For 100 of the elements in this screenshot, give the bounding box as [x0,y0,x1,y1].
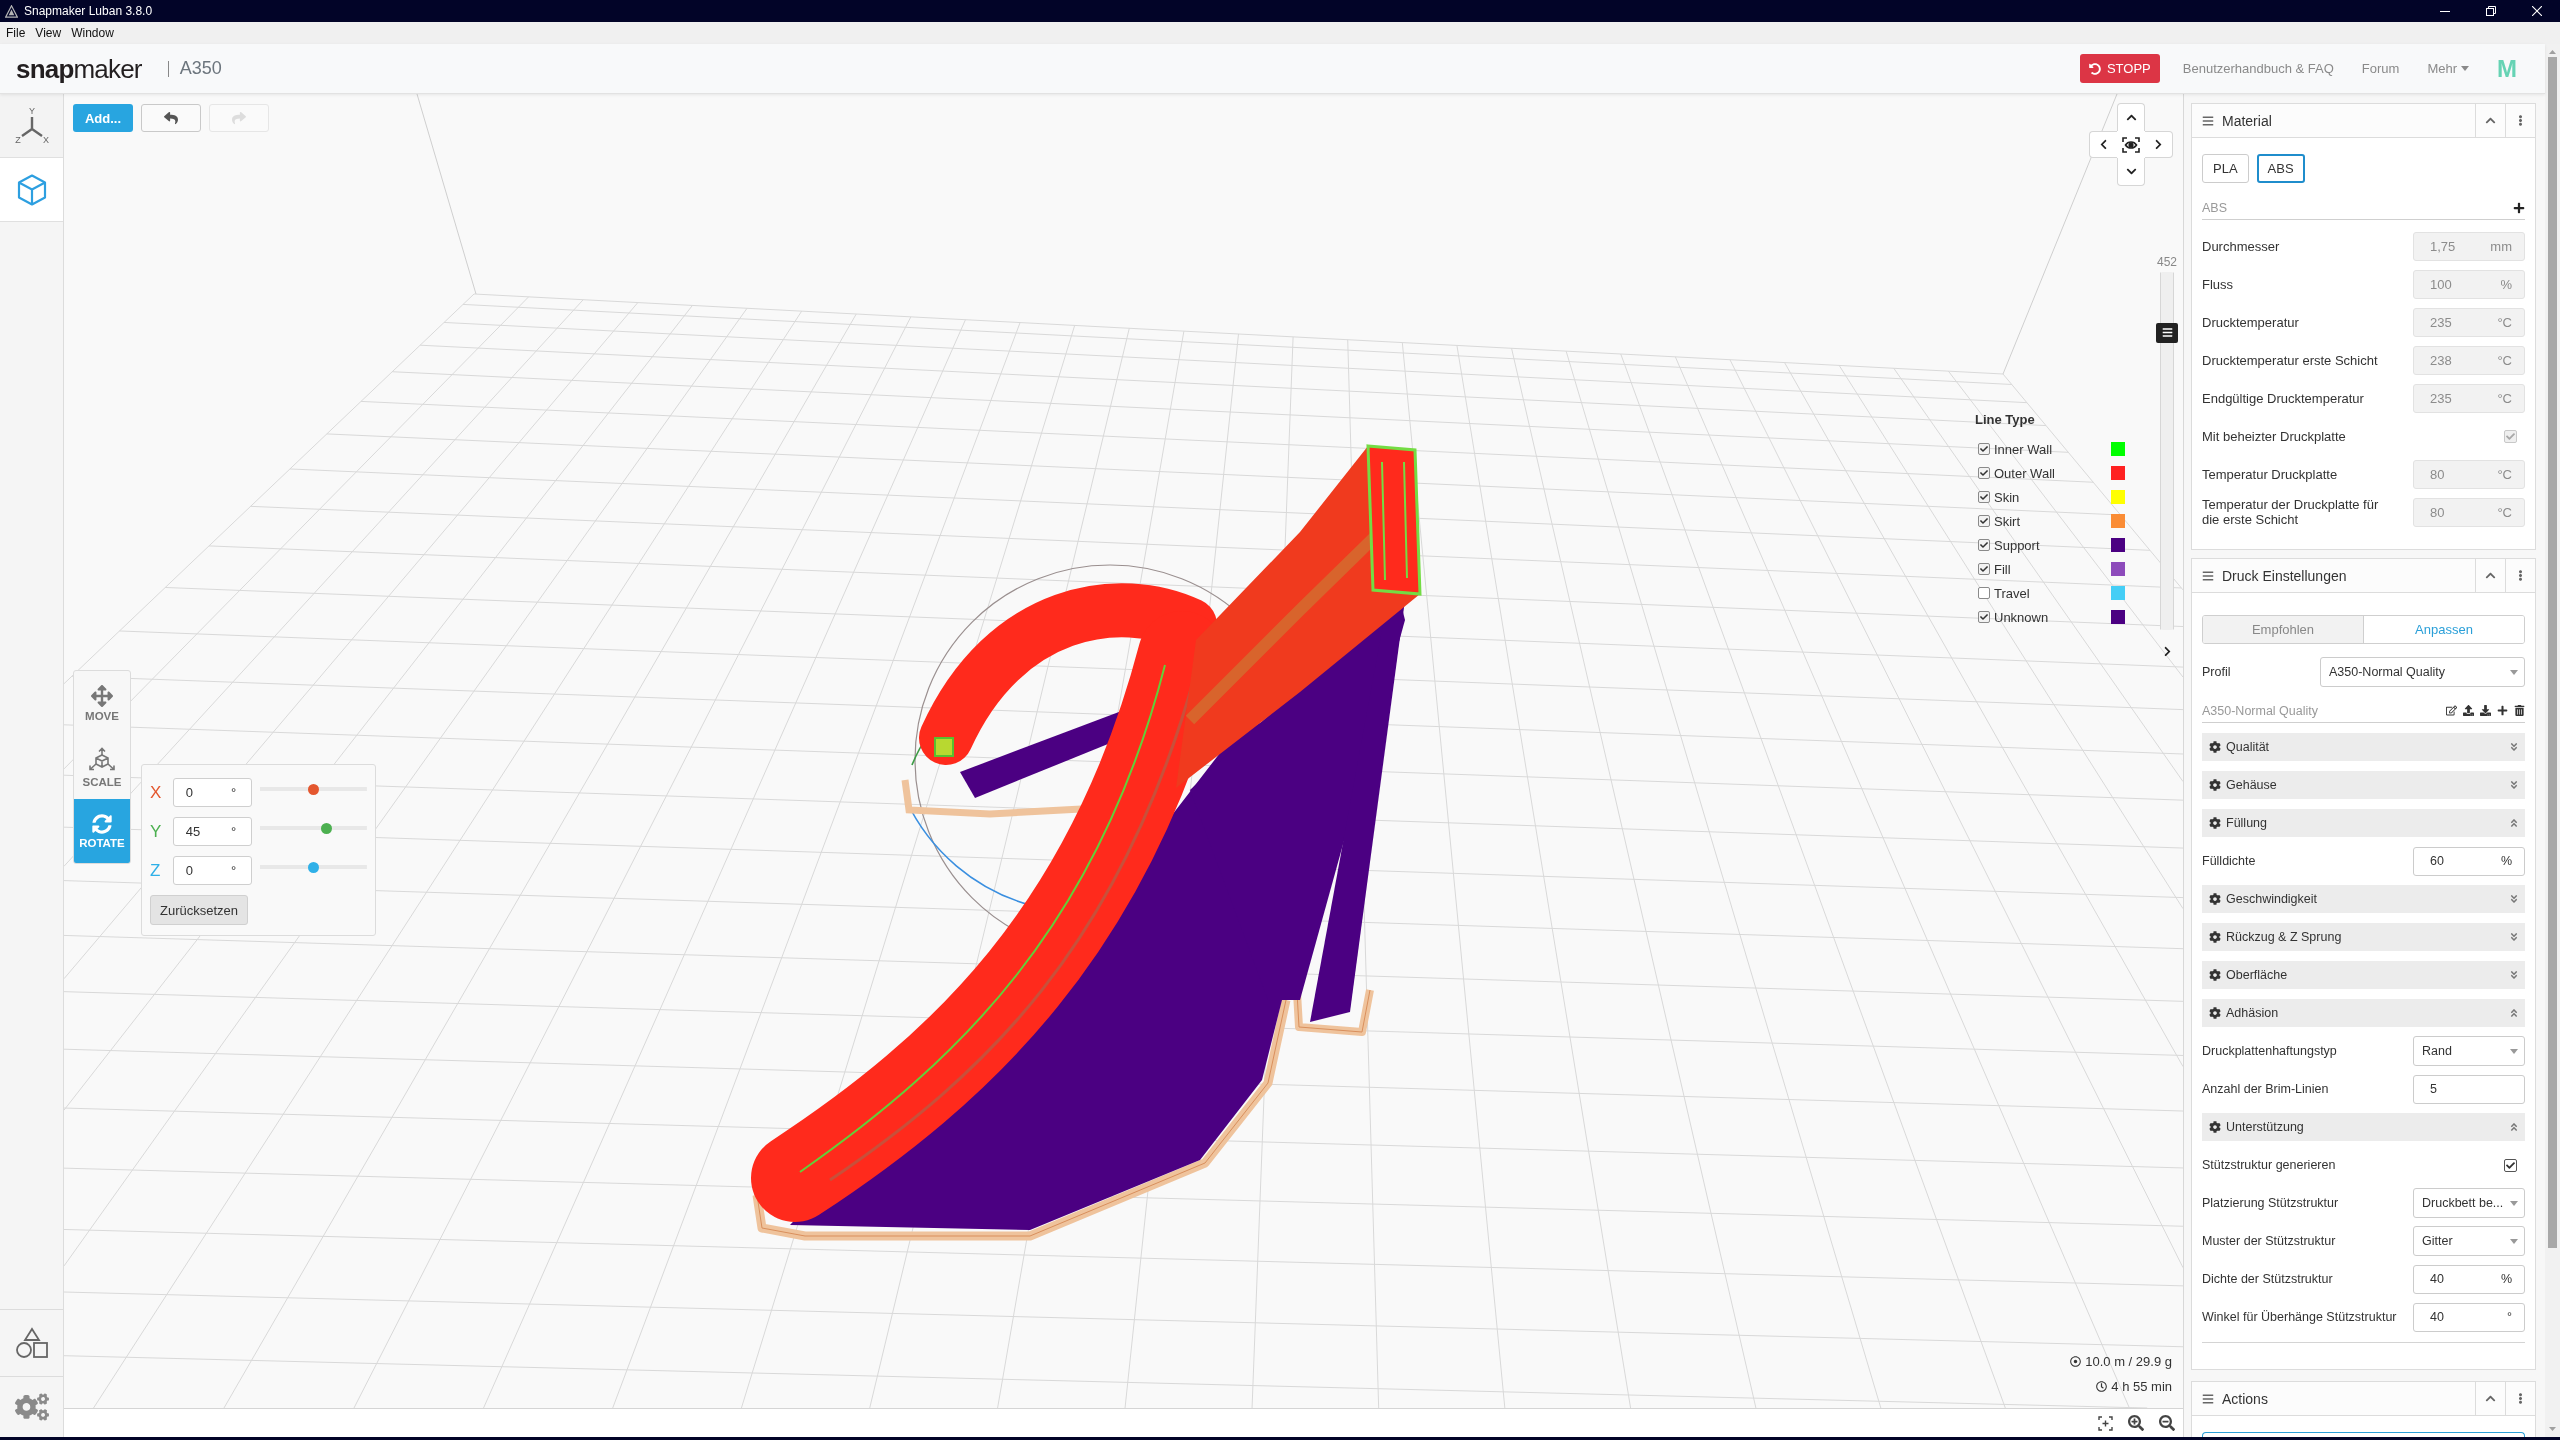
panel-title: Material [2222,112,2272,129]
menu-item[interactable]: Window [66,24,119,42]
section-header[interactable]: Füllung [2202,809,2525,837]
download-icon[interactable] [2480,705,2491,716]
field-label: Temperatur der Druckplatte für die erste Schicht [2202,497,2380,527]
menu-icon[interactable] [2202,569,2214,582]
pan-left-button[interactable] [2089,131,2117,158]
pan-right-button[interactable] [2145,131,2173,158]
section-header[interactable]: Qualität [2202,733,2525,761]
brand-mark: M [2497,56,2516,81]
dropdown[interactable]: Gitter [2413,1226,2525,1256]
scrollbar-thumb[interactable] [2548,57,2557,1248]
section-header[interactable]: Adhäsion [2202,999,2525,1027]
reset-button[interactable]: Zurücksetzen [150,895,249,925]
section-header[interactable]: Gehäuse [2202,771,2525,799]
double-chevron-up-icon [2509,1008,2519,1018]
cube-icon [16,173,47,206]
checkbox[interactable] [1978,443,1990,455]
line-type-label: Fill [1994,561,2011,577]
material-button[interactable]: PLA [2202,154,2249,183]
dropdown[interactable]: A350-Normal Quality [2320,657,2525,687]
menu-icon[interactable] [2202,114,2214,127]
pan-up-button[interactable] [2117,103,2145,131]
field-value: 0 [185,785,193,800]
machine-name: A350 [179,58,222,79]
chevron-up-icon [2125,112,2137,123]
dropdown-value: Rand [2422,1044,2452,1058]
legend-title: Line Type [1975,411,2036,429]
input-field[interactable]: 45 ° [172,817,253,846]
axis-label: X [42,134,49,145]
shapes-icon [14,1327,49,1359]
line-type-label: Inner Wall [1994,441,2053,457]
fit-view-icon[interactable] [2098,1415,2113,1431]
plus-icon[interactable] [2497,705,2508,716]
slider-thumb[interactable] [320,822,332,834]
checkbox[interactable] [1978,515,1990,527]
checkbox[interactable] [2504,1158,2517,1172]
app-logo-icon [5,4,18,18]
checkbox[interactable] [1978,467,1990,479]
section-header[interactable]: Unterstützung [2202,1113,2525,1141]
checkbox[interactable] [1978,539,1990,551]
checkmark-icon [1980,493,1988,501]
checkbox[interactable] [1978,587,1990,599]
input-field[interactable]: 60 % [2413,846,2525,876]
upload-icon[interactable] [2463,705,2474,716]
field-label: Platzierung Stützstruktur [2202,1195,2339,1211]
sidebar-item[interactable] [0,158,63,222]
section-header[interactable]: Rückzug & Z Sprung [2202,923,2525,951]
caret-icon [2461,66,2469,71]
vertical-scrollbar[interactable] [2545,44,2560,1437]
input-field[interactable]: 0 ° [172,856,253,885]
line-type-label: Skin [1994,489,2020,505]
dropdown[interactable]: Druckbett be... [2413,1188,2525,1218]
pan-down-button[interactable] [2117,158,2145,186]
caret-icon [2510,1238,2518,1244]
field-label: Muster der Stützstruktur [2202,1233,2336,1249]
print-estimate: 10.0 m / 29.9 g [2085,1353,2172,1369]
field-label: Dichte der Stützstruktur [2202,1271,2333,1287]
field-value: 235 [2430,314,2452,330]
undo-icon [2088,62,2101,75]
menu-item[interactable]: View [30,24,67,42]
field-value: 238 [2430,352,2452,368]
input-field[interactable]: 0 ° [172,778,253,807]
tool-button[interactable]: SCALE [74,735,130,799]
double-chevron-up-icon [2509,818,2519,828]
section-header[interactable]: Oberfläche [2202,961,2525,989]
undo-button[interactable] [141,104,201,132]
trash-icon[interactable] [2514,705,2525,716]
edit-icon[interactable] [2446,705,2457,716]
checkmark-icon [1980,445,1988,453]
menu-item[interactable]: File [1,24,31,42]
unit-label: ° [231,824,237,839]
checkbox[interactable] [1978,563,1990,575]
material-button[interactable]: ABS [2256,154,2305,183]
checkbox[interactable] [1978,491,1990,503]
checkmark-icon [1980,517,1988,525]
checkbox[interactable] [1978,611,1990,623]
unit-label: mm [2490,238,2512,254]
checkmark-icon [1980,613,1988,621]
input-field[interactable]: 40 % [2413,1264,2525,1294]
plus-icon[interactable] [2513,201,2525,214]
dropdown-value: Gitter [2422,1234,2453,1248]
field-label: Drucktemperatur erste Schicht [2202,352,2378,368]
slider-thumb[interactable] [308,861,320,873]
zoom-in-icon[interactable] [2128,1415,2144,1431]
double-chevron-down-icon [2509,894,2519,904]
menu-icon[interactable] [2202,1392,2214,1405]
section-header[interactable]: Geschwindigkeit [2202,885,2525,913]
tool-button[interactable]: MOVE [74,671,130,735]
zoom-out-icon[interactable] [2159,1415,2175,1431]
dropdown[interactable]: Rand [2413,1036,2525,1066]
input-field[interactable]: 40 ° [2413,1302,2525,1332]
slider-thumb[interactable] [308,783,320,795]
unit-label: ° [231,785,237,800]
stop-button[interactable]: STOPP [2079,54,2160,83]
layer-slider-handle[interactable] [2156,322,2178,343]
double-chevron-down-icon [2509,780,2519,790]
checkmark-icon [2506,1160,2515,1170]
gear-icon [2209,1007,2221,1019]
input-field[interactable]: 5 [2413,1074,2525,1104]
